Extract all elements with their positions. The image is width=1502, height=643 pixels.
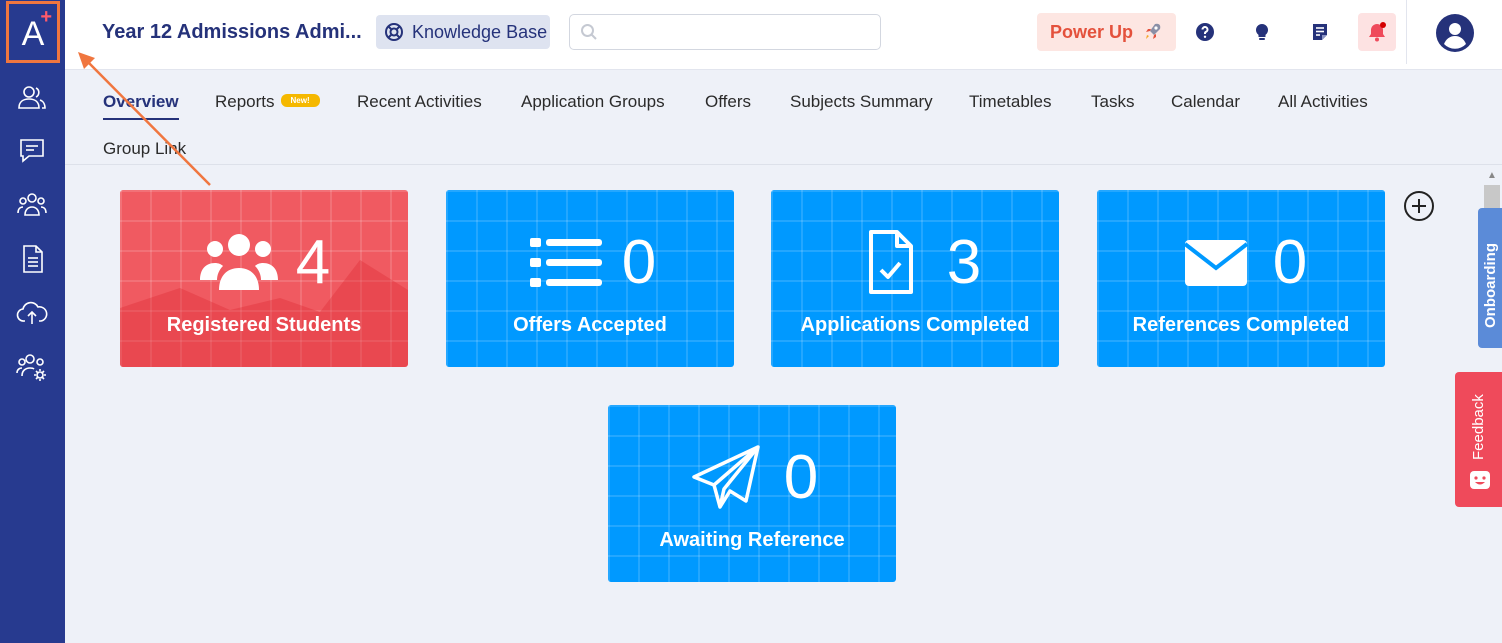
card-header: 0 <box>608 443 896 513</box>
power-up-button[interactable]: Power Up <box>1037 13 1176 51</box>
feedback-tab[interactable]: Feedback <box>1455 372 1502 507</box>
card-applications-completed[interactable]: 3 Applications Completed <box>771 190 1059 367</box>
card-label: Offers Accepted <box>513 314 667 336</box>
app-logo[interactable]: A + <box>6 1 60 63</box>
tab-group-link[interactable]: Group Link <box>103 139 186 159</box>
card-registered-students[interactable]: 4 Registered Students <box>120 190 408 367</box>
tab-label: Application Groups <box>521 92 665 111</box>
sidebar-document-icon[interactable] <box>12 241 52 277</box>
tab-label: Tasks <box>1091 92 1135 111</box>
lightbulb-icon[interactable] <box>1248 18 1276 46</box>
sidebar-group-settings-icon[interactable] <box>12 349 52 385</box>
smiley-icon <box>1470 471 1490 489</box>
new-badge: New! <box>280 94 320 108</box>
card-value: 0 <box>1272 228 1308 297</box>
feedback-label: Feedback <box>1470 394 1487 460</box>
power-up-label: Power Up <box>1049 21 1133 42</box>
card-awaiting-reference[interactable]: 0 Awaiting Reference <box>608 405 896 582</box>
sidebar: A + <box>0 0 65 643</box>
tab-label: Recent Activities <box>357 92 482 111</box>
card-header: 4 <box>120 228 408 298</box>
tab-all-activities[interactable]: All Activities <box>1278 92 1368 112</box>
file-check-icon <box>868 230 913 294</box>
notifications-button[interactable] <box>1358 13 1396 51</box>
card-value: 0 <box>783 443 819 512</box>
card-references-completed[interactable]: 0 References Completed <box>1097 190 1385 367</box>
sidebar-users-icon[interactable] <box>12 80 52 116</box>
card-value: 3 <box>946 228 982 297</box>
tab-bar: Overview Reports New! Recent Activities A… <box>65 70 1502 165</box>
page-title: Year 12 Admissions Admi... <box>102 21 362 43</box>
knowledge-base-label: Knowledge Base <box>412 21 548 42</box>
search-icon <box>581 24 597 40</box>
knowledge-base-button[interactable]: Knowledge Base <box>376 15 550 49</box>
plus-circle-icon <box>1404 191 1434 221</box>
add-card-button[interactable] <box>1403 190 1435 222</box>
tab-label: Offers <box>705 92 751 111</box>
logo-plus: + <box>40 6 52 28</box>
envelope-icon <box>1183 240 1248 286</box>
header-divider <box>1406 0 1407 64</box>
card-header: 0 <box>1097 228 1385 298</box>
tab-label: Subjects Summary <box>790 92 933 111</box>
notes-icon[interactable] <box>1306 18 1334 46</box>
tab-recent-activities[interactable]: Recent Activities <box>357 92 482 112</box>
card-value: 4 <box>295 228 331 297</box>
tab-offers[interactable]: Offers <box>705 92 751 112</box>
tab-label: Timetables <box>969 92 1052 111</box>
sidebar-group-icon[interactable] <box>12 187 52 223</box>
tab-label: Group Link <box>103 139 187 158</box>
card-label: Applications Completed <box>800 314 1030 336</box>
tab-label: Calendar <box>1171 92 1240 111</box>
lifebuoy-icon <box>385 23 403 41</box>
tab-timetables[interactable]: Timetables <box>969 92 1052 112</box>
sidebar-chat-icon[interactable] <box>12 133 52 169</box>
scroll-up-arrow-icon[interactable]: ▲ <box>1487 170 1497 181</box>
tab-label: Overview <box>103 92 179 111</box>
card-header: 3 <box>771 228 1059 298</box>
card-value: 0 <box>621 228 657 297</box>
avatar-icon <box>1436 14 1474 52</box>
onboarding-tab[interactable]: Onboarding <box>1478 208 1502 348</box>
sidebar-cloud-upload-icon[interactable] <box>12 295 52 331</box>
card-label: References Completed <box>1132 314 1350 336</box>
tab-tasks[interactable]: Tasks <box>1091 92 1134 112</box>
card-label: Awaiting Reference <box>659 529 845 551</box>
card-offers-accepted[interactable]: 0 Offers Accepted <box>446 190 734 367</box>
tab-overview[interactable]: Overview <box>103 92 179 120</box>
tab-subjects-summary[interactable]: Subjects Summary <box>790 92 933 112</box>
card-label: Registered Students <box>166 314 362 336</box>
top-header: Year 12 Admissions Admi... Knowledge Bas… <box>65 0 1502 70</box>
rocket-icon <box>1146 23 1161 39</box>
search-box[interactable] <box>569 14 881 50</box>
paper-plane-icon <box>692 445 760 509</box>
students-icon <box>199 234 278 290</box>
help-icon[interactable] <box>1191 18 1219 46</box>
tab-label: Reports <box>215 92 275 111</box>
tab-calendar[interactable]: Calendar <box>1171 92 1240 112</box>
card-header: 0 <box>446 228 734 298</box>
search-input[interactable] <box>606 23 866 41</box>
tab-application-groups[interactable]: Application Groups <box>521 92 665 112</box>
tab-reports[interactable]: Reports New! <box>215 92 320 112</box>
avatar[interactable] <box>1436 14 1474 52</box>
onboarding-label: Onboarding <box>1482 243 1499 328</box>
list-icon <box>529 238 602 287</box>
tab-label: All Activities <box>1278 92 1368 111</box>
bell-icon <box>1369 22 1386 42</box>
scroll-thumb[interactable] <box>1484 185 1500 209</box>
